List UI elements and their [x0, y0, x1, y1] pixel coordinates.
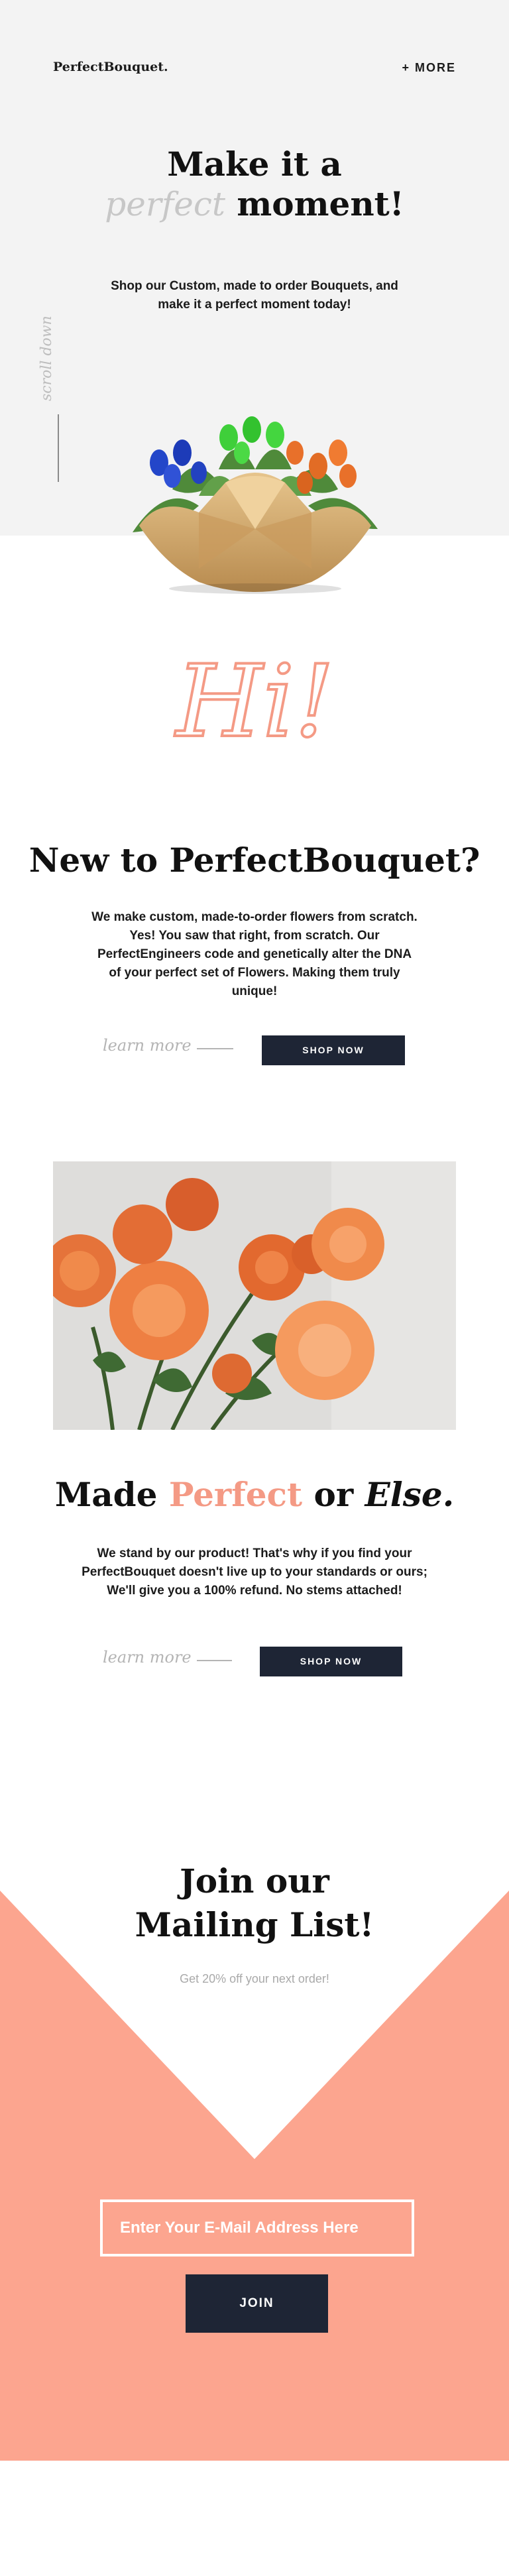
guarantee-title-italic: Else.	[365, 1475, 455, 1514]
guarantee-title-accent: Perfect	[168, 1475, 303, 1514]
guarantee-title-a: Made	[54, 1475, 169, 1514]
guarantee-learn-more-line	[197, 1660, 232, 1661]
mailing-title-line1: Join our	[180, 1861, 329, 1901]
intro-shop-now-button[interactable]: SHOP NOW	[262, 1035, 405, 1065]
mailing-title-line2: Mailing List!	[135, 1905, 374, 1944]
intro-title: New to PerfectBouquet?	[28, 841, 481, 880]
roses-photo	[53, 1161, 456, 1430]
bouquet-image	[133, 416, 378, 594]
hero-subtitle: Shop our Custom, made to order Bouquets,…	[111, 279, 398, 312]
logo[interactable]: PerfectBouquet.	[53, 60, 168, 74]
hero-title-line2: perfect moment!	[0, 184, 509, 223]
hi-greeting: Hi!	[172, 643, 335, 761]
scroll-indicator-line	[58, 414, 59, 482]
hero-title-line1: Make it a	[167, 145, 342, 184]
email-input[interactable]	[100, 2199, 414, 2256]
intro-learn-more-line	[197, 1048, 233, 1049]
guarantee-learn-more-link[interactable]: learn more	[103, 1648, 192, 1667]
hi-text: Hi!	[174, 644, 334, 760]
hero-title-accent: perfect	[105, 185, 225, 223]
intro-learn-more-link[interactable]: learn more	[103, 1036, 192, 1055]
guarantee-shop-now-button[interactable]: SHOP NOW	[260, 1647, 402, 1676]
intro-body: We make custom, made-to-order flowers fr…	[91, 910, 418, 998]
join-button[interactable]: JOIN	[186, 2274, 328, 2333]
guarantee-title: Made Perfect or Else.	[0, 1475, 509, 1514]
mailing-title: Join our Mailing List!	[0, 1859, 509, 1947]
scroll-down-label[interactable]: scroll down	[38, 315, 55, 401]
guarantee-body: We stand by our product! That's why if y…	[82, 1547, 427, 1598]
more-menu-button[interactable]: + MORE	[402, 61, 456, 75]
mailing-subtitle: Get 20% off your next order!	[180, 1972, 329, 1985]
hero-title-rest: moment!	[225, 184, 404, 223]
guarantee-title-b: or	[302, 1475, 365, 1514]
